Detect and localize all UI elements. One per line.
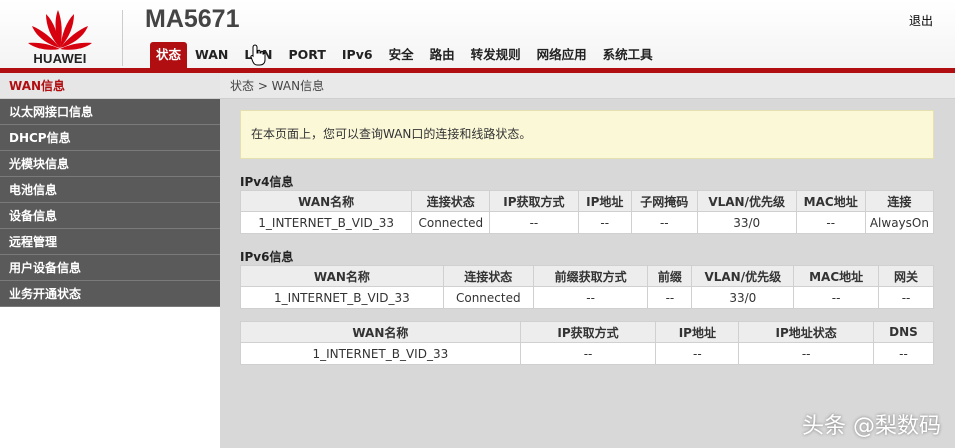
table-cell: 1_INTERNET_B_VID_33: [240, 342, 521, 365]
table-cell: --: [738, 342, 875, 365]
table-cell: --: [878, 286, 934, 309]
ipv6-section-title: IPv6信息: [240, 250, 294, 264]
table-cell: --: [873, 342, 934, 365]
table-cell: Connected: [442, 286, 534, 309]
logout-link[interactable]: 退出: [909, 12, 933, 29]
table-cell: --: [577, 211, 632, 234]
info-notice: 在本页面上，您可以查询WAN口的连接和线路状态。: [240, 110, 934, 159]
column-header: WAN名称: [240, 321, 521, 343]
table-cell: --: [793, 286, 880, 309]
hand-cursor-icon: [250, 44, 266, 66]
sidebar-item-user-devices[interactable]: 用户设备信息: [0, 255, 220, 281]
column-header: WAN名称: [240, 265, 444, 287]
column-header: 连接状态: [411, 190, 491, 212]
table-cell: --: [795, 211, 866, 234]
main-content: 状态 > WAN信息 在本页面上，您可以查询WAN口的连接和线路状态。 IPv4…: [220, 73, 955, 448]
ipv6-address-header-row: WAN名称 IP获取方式 IP地址 IP地址状态 DNS: [240, 321, 934, 343]
table-cell: 1_INTERNET_B_VID_33: [240, 286, 444, 309]
sidebar-item-wan-info[interactable]: WAN信息: [0, 73, 220, 99]
sidebar-item-device-info[interactable]: 设备信息: [0, 203, 220, 229]
ipv4-table: WAN名称 连接状态 IP获取方式 IP地址 子网掩码 VLAN/优先级 MAC…: [239, 190, 935, 234]
watermark: 头条 @梨数码: [802, 414, 941, 439]
nav-tab-status[interactable]: 状态: [150, 42, 188, 68]
table-cell: --: [647, 286, 693, 309]
column-header: 前缀: [647, 265, 693, 287]
sidebar: WAN信息 以太网接口信息 DHCP信息 光模块信息 电池信息 设备信息 远程管…: [0, 73, 220, 448]
column-header: 连接: [864, 190, 935, 212]
table-cell: 33/0: [691, 286, 795, 309]
column-header: DNS: [873, 321, 934, 343]
sidebar-item-dhcp-info[interactable]: DHCP信息: [0, 125, 220, 151]
ipv6-address-table: WAN名称 IP获取方式 IP地址 IP地址状态 DNS 1_INTERNET_…: [240, 321, 934, 365]
column-header: WAN名称: [239, 190, 413, 212]
column-header: IP获取方式: [519, 321, 657, 343]
table-cell: AlwaysOn: [864, 211, 935, 234]
table-row: 1_INTERNET_B_VID_33 Connected -- -- 33/0…: [240, 286, 934, 309]
sidebar-item-optical-module[interactable]: 光模块信息: [0, 151, 220, 177]
huawei-logo: HUAWEI: [18, 4, 102, 66]
breadcrumb: 状态 > WAN信息: [220, 73, 955, 99]
device-model: MA5671: [145, 5, 240, 33]
sidebar-item-remote-management[interactable]: 远程管理: [0, 229, 220, 255]
column-header: IP获取方式: [489, 190, 579, 212]
ipv6-table: WAN名称 连接状态 前缀获取方式 前缀 VLAN/优先级 MAC地址 网关 1…: [240, 265, 934, 309]
table-row: 1_INTERNET_B_VID_33 -- -- -- --: [240, 342, 934, 365]
table-row: 1_INTERNET_B_VID_33 Connected -- -- -- 3…: [239, 211, 935, 234]
nav-tab-port[interactable]: PORT: [281, 42, 334, 68]
table-cell: Connected: [411, 211, 491, 234]
nav-tab-ipv6[interactable]: IPv6: [334, 42, 381, 68]
column-header: 子网掩码: [630, 190, 698, 212]
table-cell: 33/0: [696, 211, 797, 234]
column-header: 前缀获取方式: [532, 265, 649, 287]
table-cell: --: [532, 286, 649, 309]
nav-tab-wan[interactable]: WAN: [187, 42, 236, 68]
nav-tab-system-tools[interactable]: 系统工具: [595, 42, 661, 68]
nav-tab-routing[interactable]: 路由: [422, 42, 463, 68]
column-header: MAC地址: [793, 265, 880, 287]
table-cell: 1_INTERNET_B_VID_33: [239, 211, 413, 234]
column-header: 网关: [878, 265, 934, 287]
sidebar-item-ethernet-info[interactable]: 以太网接口信息: [0, 99, 220, 125]
huawei-logo-icon: [28, 10, 92, 50]
brand-name: HUAWEI: [33, 51, 87, 66]
ipv4-header-row: WAN名称 连接状态 IP获取方式 IP地址 子网掩码 VLAN/优先级 MAC…: [239, 190, 935, 212]
table-cell: --: [519, 342, 657, 365]
main-nav: 状态 WAN LAN PORT IPv6 安全 路由 转发规则 网络应用 系统工…: [150, 42, 661, 68]
ipv6-header-row: WAN名称 连接状态 前缀获取方式 前缀 VLAN/优先级 MAC地址 网关: [240, 265, 934, 287]
column-header: VLAN/优先级: [696, 190, 797, 212]
column-header: IP地址状态: [738, 321, 875, 343]
nav-tab-forwarding[interactable]: 转发规则: [463, 42, 529, 68]
nav-tab-security[interactable]: 安全: [381, 42, 422, 68]
header: HUAWEI MA5671 退出 状态 WAN LAN PORT IPv6 安全…: [0, 0, 955, 68]
nav-tab-network-apps[interactable]: 网络应用: [529, 42, 595, 68]
column-header: IP地址: [577, 190, 632, 212]
header-divider: [122, 10, 123, 66]
column-header: 连接状态: [442, 265, 534, 287]
sidebar-item-battery-info[interactable]: 电池信息: [0, 177, 220, 203]
table-cell: --: [630, 211, 698, 234]
table-cell: --: [489, 211, 579, 234]
column-header: MAC地址: [795, 190, 866, 212]
column-header: VLAN/优先级: [691, 265, 795, 287]
sidebar-item-service-status[interactable]: 业务开通状态: [0, 281, 220, 307]
table-cell: --: [655, 342, 740, 365]
column-header: IP地址: [655, 321, 740, 343]
ipv4-section-title: IPv4信息: [240, 175, 294, 189]
